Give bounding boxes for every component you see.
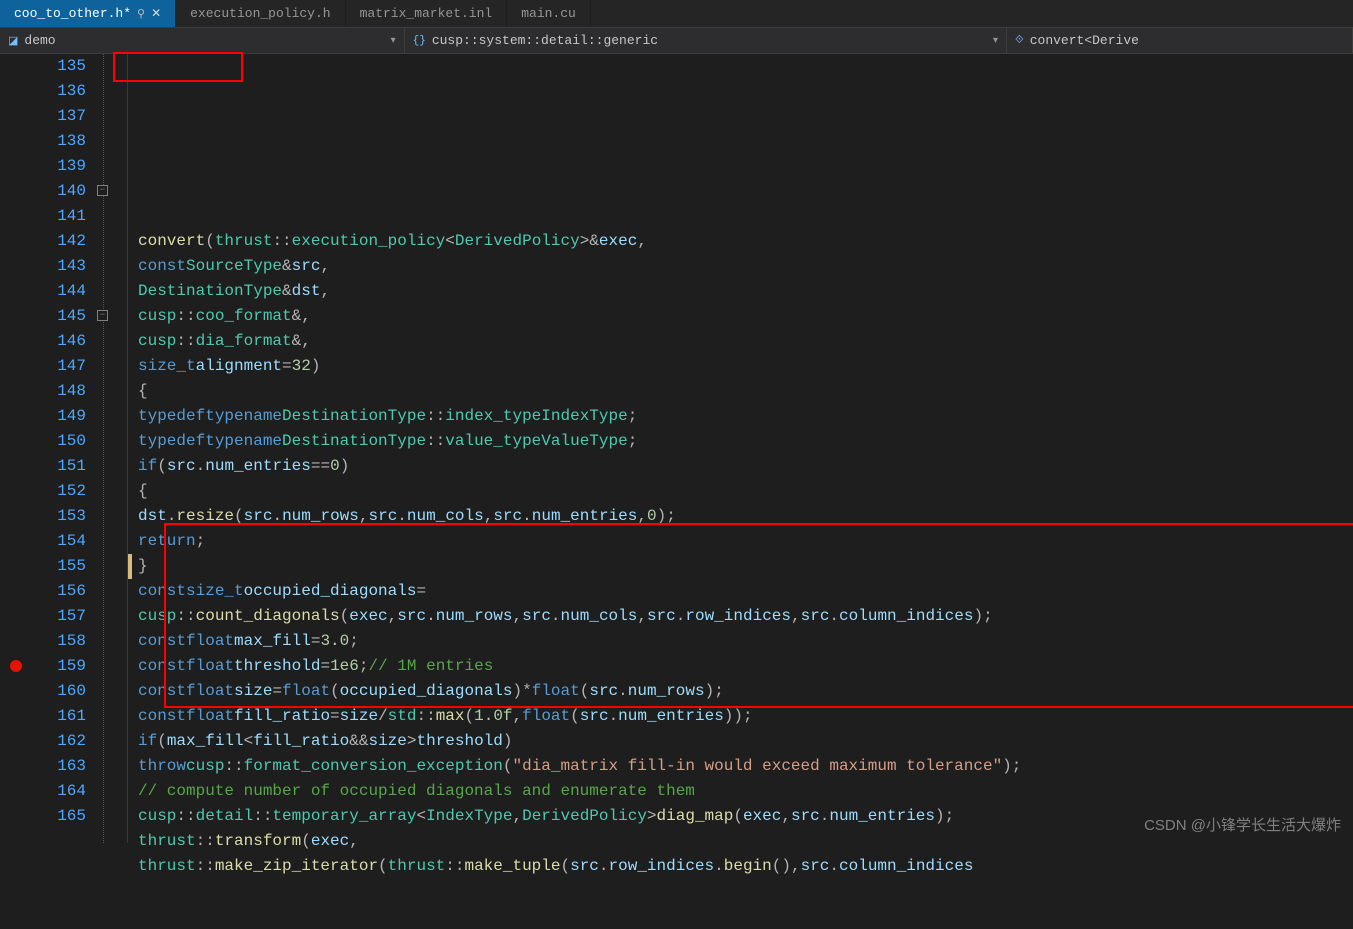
code-line[interactable]: convert(thrust::execution_policy<Derived… [138, 229, 1353, 254]
code-line[interactable]: size_talignment=32) [138, 354, 1353, 379]
navigation-bar: ◪ demo ▾ {} cusp::system::detail::generi… [0, 28, 1353, 54]
fold-toggle[interactable]: − [97, 185, 108, 196]
code-line[interactable]: // compute number of occupied diagonals … [138, 779, 1353, 804]
project-icon: ◪ [8, 34, 18, 48]
code-line[interactable]: typedeftypenameDestinationType::value_ty… [138, 429, 1353, 454]
nav-scope-label: demo [24, 33, 55, 48]
tab-label: coo_to_other.h* [14, 6, 131, 21]
tab-coo-to-other[interactable]: coo_to_other.h* ⚲ ✕ [0, 0, 176, 27]
code-line[interactable]: if(max_fill<fill_ratio&&size>threshold) [138, 729, 1353, 754]
code-line[interactable]: if(src.num_entries==0) [138, 454, 1353, 479]
tab-label: matrix_market.inl [360, 6, 493, 21]
code-line[interactable]: thrust::transform(exec, [138, 829, 1353, 854]
code-line[interactable]: constSourceType&src, [138, 254, 1353, 279]
fold-column: −− [100, 54, 128, 843]
code-line[interactable]: { [138, 379, 1353, 404]
function-icon: ⟐ [1015, 35, 1024, 47]
nav-scope-namespace[interactable]: {} cusp::system::detail::generic ▾ [405, 28, 1007, 53]
code-line[interactable]: constfloatmax_fill=3.0; [138, 629, 1353, 654]
code-line[interactable]: throwcusp::format_conversion_exception("… [138, 754, 1353, 779]
tab-label: main.cu [521, 6, 576, 21]
close-icon[interactable]: ✕ [151, 6, 161, 21]
code-line[interactable]: cusp::detail::temporary_array<IndexType,… [138, 804, 1353, 829]
code-line[interactable]: { [138, 479, 1353, 504]
namespace-icon: {} [413, 35, 426, 47]
code-line[interactable]: cusp::dia_format&, [138, 329, 1353, 354]
tab-matrix-market[interactable]: matrix_market.inl [346, 0, 508, 27]
code-line[interactable]: constfloatsize=float(occupied_diagonals)… [138, 679, 1353, 704]
code-line[interactable]: DestinationType&dst, [138, 279, 1353, 304]
chevron-down-icon: ▾ [993, 35, 998, 47]
tab-main-cu[interactable]: main.cu [507, 0, 591, 27]
nav-scope-function[interactable]: ⟐ convert<Derive [1007, 28, 1353, 53]
chevron-down-icon: ▾ [391, 35, 396, 47]
tab-execution-policy[interactable]: execution_policy.h [176, 0, 345, 27]
nav-scope-label: cusp::system::detail::generic [432, 33, 658, 48]
nav-scope-project[interactable]: ◪ demo ▾ [0, 28, 405, 53]
code-editor[interactable]: 1351361371381391401411421431441451461471… [0, 54, 1353, 843]
code-line[interactable]: return; [138, 529, 1353, 554]
code-line[interactable]: constsize_toccupied_diagonals= [138, 579, 1353, 604]
code-line[interactable]: constfloatthreshold=1e6;// 1M entries [138, 654, 1353, 679]
nav-scope-label: convert<Derive [1030, 33, 1139, 48]
code-line[interactable]: thrust::make_zip_iterator(thrust::make_t… [138, 854, 1353, 879]
editor-tabs: coo_to_other.h* ⚲ ✕ execution_policy.h m… [0, 0, 1353, 28]
code-line[interactable]: } [138, 554, 1353, 579]
line-number-gutter: 1351361371381391401411421431441451461471… [0, 54, 100, 843]
code-line[interactable]: typedeftypenameDestinationType::index_ty… [138, 404, 1353, 429]
code-line[interactable]: dst.resize(src.num_rows,src.num_cols,src… [138, 504, 1353, 529]
tab-label: execution_policy.h [190, 6, 330, 21]
code-area[interactable]: convert(thrust::execution_policy<Derived… [134, 54, 1353, 843]
code-line[interactable]: cusp::count_diagonals(exec,src.num_rows,… [138, 604, 1353, 629]
pin-icon[interactable]: ⚲ [137, 7, 145, 21]
code-line[interactable]: cusp::coo_format&, [138, 304, 1353, 329]
fold-toggle[interactable]: − [97, 310, 108, 321]
code-line[interactable]: constfloatfill_ratio=size/std::max(1.0f,… [138, 704, 1353, 729]
